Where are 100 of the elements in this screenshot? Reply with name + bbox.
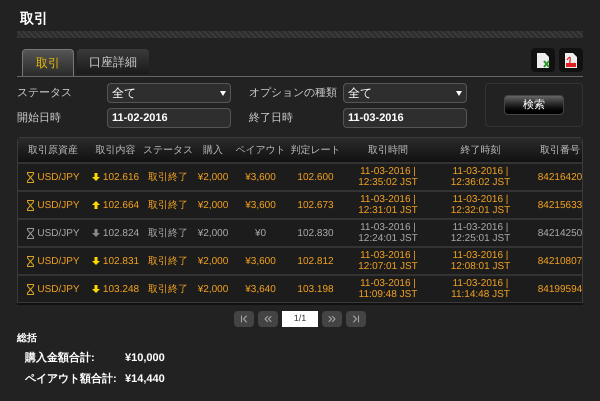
search-button[interactable]: 検索 (504, 95, 564, 115)
option-type-dropdown[interactable]: 全て (343, 83, 467, 103)
next-page-button[interactable] (322, 311, 342, 327)
table-cell: ¥2,000 (198, 284, 228, 294)
table-cell: 11-03-2016 | (360, 222, 416, 233)
table-cell: 11-03-2016 | (452, 250, 508, 261)
table-cell-text: 103.248 (102, 282, 140, 296)
summary-value: ¥14,440 (125, 372, 165, 386)
hourglass-icon (26, 284, 36, 294)
summary-title: 総括 (17, 332, 38, 346)
table-cell: ¥3,600 (245, 200, 276, 210)
column-header: ペイアウト (234, 144, 286, 158)
start-date-field[interactable]: 11-02-2016 (107, 108, 231, 128)
table-cell: 11-03-2016 | (360, 278, 416, 289)
table-cell: 取引終了 (148, 172, 188, 182)
table-cell: 12:31:01 JST (358, 205, 418, 216)
last-page-button[interactable] (346, 311, 366, 327)
hourglass-icon (26, 228, 36, 238)
table-cell: 12:25:01 JST (450, 233, 510, 244)
table-cell: 12:24:01 JST (358, 233, 418, 244)
table-cell: 11:14:48 JST (451, 289, 510, 300)
dropdown-caret-icon (220, 90, 226, 96)
table-cell: 84215633 (538, 200, 582, 210)
table-cell: 84199594 (538, 284, 582, 294)
pdf-file-icon (564, 52, 578, 68)
table-cell: 12:36:02 JST (450, 177, 510, 188)
first-page-icon (238, 313, 250, 325)
column-header: 終了時刻 (460, 144, 502, 158)
hourglass-icon (26, 172, 36, 182)
tab[interactable]: 取引 (22, 49, 74, 76)
table-cell-text: USD/JPY (37, 170, 80, 184)
column-header: 取引時間 (367, 144, 409, 158)
spreadsheet-file-icon (536, 52, 550, 68)
column-header: 取引原資産 (27, 144, 79, 158)
table-cell: 取引終了 (148, 228, 188, 238)
table-cell: 11-03-2016 | (452, 166, 508, 177)
excel-export-button[interactable] (531, 48, 555, 72)
hourglass-icon (26, 200, 36, 210)
table-cell: 102.830 (297, 228, 334, 238)
column-header: 取引番号 (539, 144, 581, 158)
end-date-label: 終了日時 (248, 110, 294, 126)
table-cell: 取引終了 (148, 256, 188, 266)
table-cell: 11-03-2016 | (452, 222, 508, 233)
page-title: 取引 (20, 9, 49, 28)
column-header: ステータス (143, 144, 193, 158)
table-cell: 12:35:02 JST (358, 177, 418, 188)
table-cell: 11-03-2016 | (360, 166, 416, 177)
table-cell-text: 102.831 (102, 254, 140, 268)
table-cell: 103.198 (297, 284, 334, 294)
table-cell: 取引終了 (148, 200, 188, 210)
next-page-icon (326, 313, 338, 325)
table-cell: 12:07:01 JST (358, 261, 418, 272)
start-date-label: 開始日時 (17, 110, 62, 126)
table-cell: 102.673 (297, 200, 334, 210)
table-cell: 11-03-2016 | (360, 194, 416, 205)
table-cell: 12:32:01 JST (450, 205, 510, 216)
table-cell: 84210807 (538, 256, 582, 266)
summary-label: ペイアウト額合計: (25, 372, 118, 386)
table-cell-text: 102.664 (102, 198, 140, 212)
hourglass-icon (26, 256, 36, 266)
table-cell: ¥3,600 (245, 256, 276, 266)
table-cell: ¥3,640 (245, 284, 276, 294)
page-indicator: 1/1 (282, 311, 318, 327)
table-cell-text: USD/JPY (37, 226, 80, 240)
table-cell: ¥2,000 (198, 228, 228, 238)
previous-page-icon (262, 313, 274, 325)
status-dropdown[interactable]: 全て (107, 83, 231, 103)
last-page-icon (350, 313, 362, 325)
table-cell: 12:08:01 JST (450, 261, 510, 272)
table-cell: 11-03-2016 | (452, 278, 508, 289)
table-cell-text: USD/JPY (37, 254, 80, 268)
summary-label: 購入金額合計: (25, 350, 96, 366)
table-cell-text: 102.824 (102, 226, 140, 240)
table-cell: ¥2,000 (198, 256, 228, 266)
previous-page-button[interactable] (258, 311, 278, 327)
table-cell: 11-03-2016 | (452, 194, 508, 205)
table-cell: 11:09:48 JST (358, 289, 418, 300)
table-cell: 84216420 (538, 172, 582, 182)
table-cell: 11-03-2016 | (360, 250, 416, 261)
column-header: 判定レート (290, 144, 342, 158)
tab[interactable]: 口座詳細 (77, 49, 149, 74)
table-cell-text: USD/JPY (37, 198, 80, 212)
table-cell: 102.600 (297, 172, 334, 182)
table-cell: 102.812 (297, 256, 334, 266)
table-cell: ¥2,000 (198, 172, 228, 182)
option-type-label: オプションの種類 (248, 86, 338, 101)
table-cell: ¥3,600 (245, 172, 276, 182)
first-page-button[interactable] (234, 311, 254, 327)
column-header: 取引内容 (94, 144, 136, 158)
status-label: ステータス (17, 86, 73, 101)
end-date-field[interactable]: 11-03-2016 (343, 108, 467, 128)
table-cell-text: USD/JPY (37, 282, 80, 296)
table-cell-text: 102.616 (102, 170, 140, 184)
table-cell: ¥0 (254, 228, 266, 238)
table-cell: 取引終了 (148, 284, 188, 294)
pdf-export-button[interactable] (559, 48, 583, 72)
column-header: 購入 (202, 144, 224, 158)
dropdown-caret-icon (456, 90, 462, 96)
table-cell: 84214250 (538, 228, 582, 238)
table-cell: ¥2,000 (198, 200, 228, 210)
